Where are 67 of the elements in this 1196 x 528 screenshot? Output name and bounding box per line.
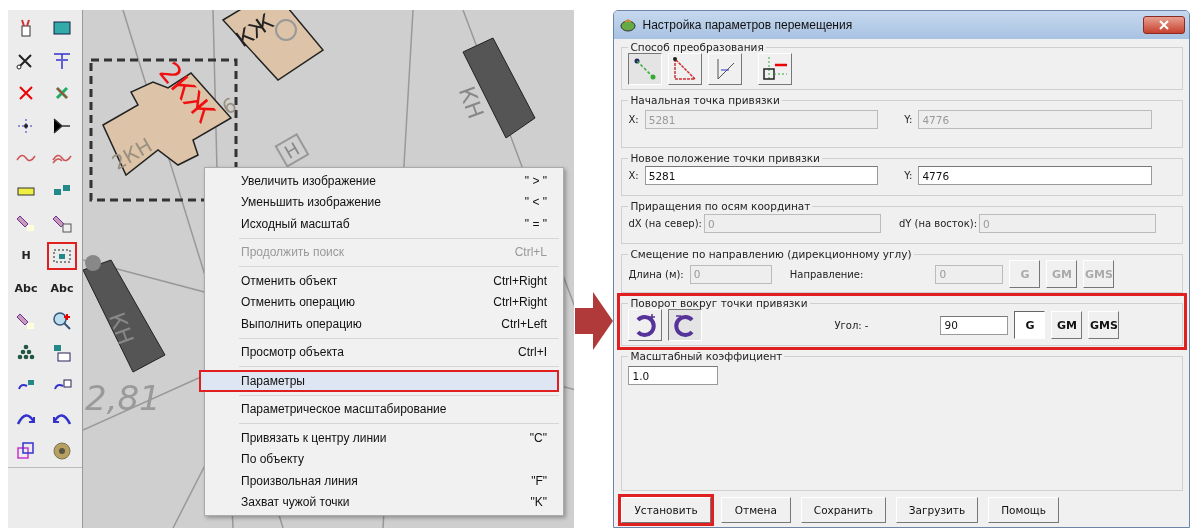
- rotate-button[interactable]: [668, 309, 703, 341]
- map-label: КЖ: [231, 10, 278, 52]
- menu-item[interactable]: По объекту: [205, 448, 563, 470]
- menu-item[interactable]: Увеличить изображение " > ": [205, 170, 563, 192]
- field-label: Y:: [904, 114, 913, 125]
- mode-button[interactable]: [628, 53, 663, 85]
- tool-button[interactable]: H: [11, 241, 41, 270]
- menu-item[interactable]: Захват чужой точки "K": [205, 491, 563, 513]
- field-label: dX (на север):: [628, 218, 702, 229]
- flashlight-icon: [16, 213, 36, 234]
- menu-item[interactable]: Отменить объект Ctrl+Right: [205, 270, 563, 292]
- field-label: dY (на восток):: [898, 218, 978, 229]
- close-button[interactable]: [1143, 16, 1185, 34]
- dialog-button[interactable]: Установить: [621, 497, 711, 523]
- menu-item[interactable]: Параметры: [199, 370, 559, 392]
- field-label: Длина (м):: [628, 268, 684, 280]
- input-field[interactable]: 4776: [918, 166, 1152, 185]
- input-field[interactable]: 90: [940, 315, 1009, 335]
- field-label: Y:: [904, 170, 913, 181]
- flashlight-grid-icon: [52, 213, 72, 234]
- menu-item[interactable]: Привязать к центру линии "C": [205, 427, 563, 449]
- gear-icon: [52, 440, 72, 461]
- tool-button[interactable]: Abc: [47, 274, 77, 303]
- group-title: Новое положение точки привязки: [629, 152, 821, 164]
- menu-item[interactable]: Исходный масштаб " = ": [205, 213, 563, 235]
- menu-item[interactable]: Просмотр объекта Ctrl+I: [205, 341, 563, 363]
- field-label: Угол: -: [834, 319, 869, 331]
- move-table-icon: [52, 343, 72, 364]
- window-title: Настройка параметров перемещения: [642, 18, 854, 32]
- close-icon: [1159, 20, 1169, 30]
- dialog-button[interactable]: Сохранить: [800, 497, 886, 523]
- field-label: Направление:: [789, 268, 864, 280]
- group-title: Приращения по осям координат: [629, 200, 812, 212]
- group-title: Способ преобразования: [629, 41, 765, 53]
- arrow-icon: [574, 292, 613, 350]
- group-title: Смещение по направлению (дирекционному углу): [629, 248, 913, 260]
- overlapping-squares-icon: [16, 440, 36, 461]
- menu-item[interactable]: Отменить операцию Ctrl+Right: [205, 291, 563, 313]
- app-icon: [620, 18, 637, 32]
- diagonal-points-icon: [633, 57, 658, 81]
- map-label: КН: [453, 83, 489, 122]
- map-label: 2КН: [107, 133, 157, 175]
- tool-button[interactable]: Abc: [11, 274, 41, 303]
- dialog-button[interactable]: Помощь: [988, 497, 1059, 523]
- map-label: КН: [103, 309, 139, 348]
- dialog-button[interactable]: Загрузить: [895, 497, 979, 523]
- menu-item[interactable]: Параметрическое масштабирование: [205, 398, 563, 420]
- group-title: Поворот вокруг точки привязки: [629, 297, 809, 309]
- unit-button[interactable]: GMS: [1088, 311, 1120, 339]
- input-field[interactable]: 5281: [644, 166, 879, 185]
- field-label: X:: [628, 114, 639, 125]
- group-title: Начальная точка привязки: [629, 94, 781, 106]
- menu-item[interactable]: Произвольная линия "F": [205, 470, 563, 492]
- triangle-icon: [673, 57, 698, 81]
- menu-item[interactable]: Уменьшить изображение " < ": [205, 191, 563, 213]
- magnifier-plus-icon: [52, 310, 72, 331]
- point-offset-icon: [763, 57, 788, 81]
- unit-button[interactable]: G: [1014, 311, 1046, 339]
- group-title: Масштабный коэффициент: [629, 350, 784, 362]
- input-field[interactable]: 1.0: [628, 366, 719, 385]
- menu-item[interactable]: Выполнить операцию Ctrl+Left: [205, 313, 563, 335]
- dialog-button[interactable]: Отмена: [720, 497, 791, 523]
- fork-lines-icon: [52, 115, 72, 136]
- split-lines-icon: [52, 50, 72, 71]
- field-label: X:: [628, 170, 639, 181]
- map-label: 6: [217, 92, 241, 120]
- unit-button[interactable]: GM: [1051, 311, 1083, 339]
